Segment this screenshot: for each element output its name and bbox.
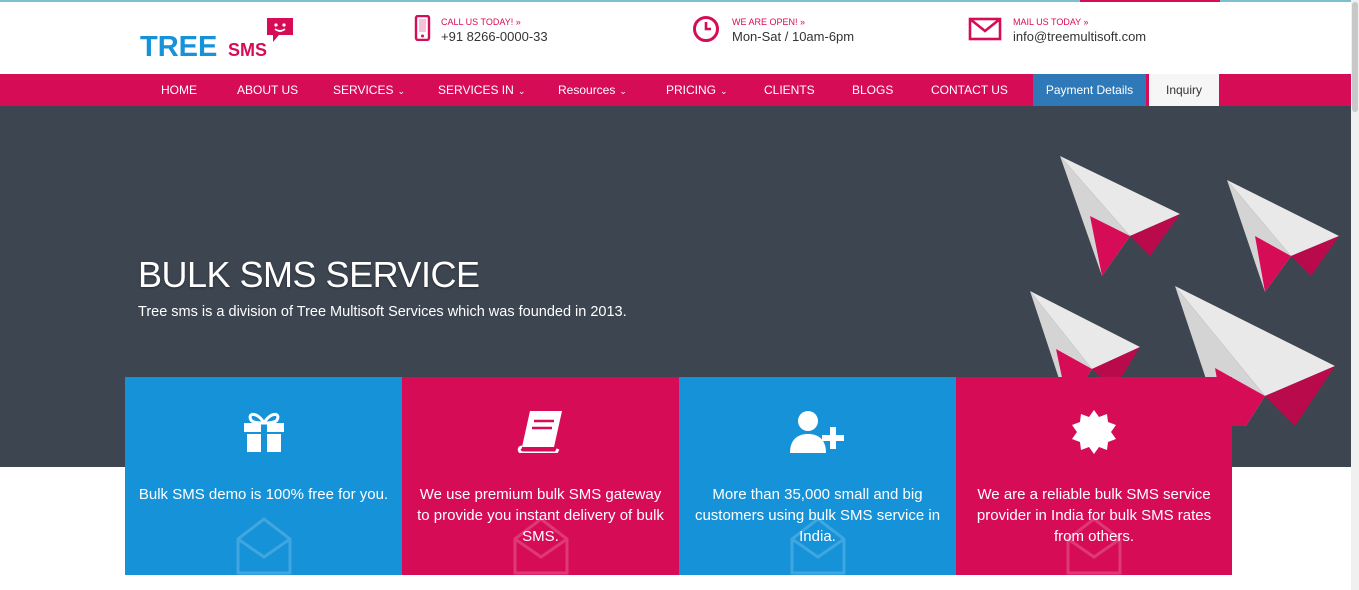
- nav-home[interactable]: HOME: [161, 74, 197, 106]
- chevron-down-icon: ⌄: [397, 86, 406, 96]
- page-scrollbar-thumb[interactable]: [1352, 2, 1358, 112]
- mail-icon: [968, 17, 1002, 41]
- chat-bubble-icon: [267, 18, 293, 42]
- contact-phone[interactable]: CALL US TODAY! » +91 8266-0000-33: [414, 15, 574, 55]
- envelope-watermark-icon: [790, 517, 845, 575]
- contact-hours-value: Mon-Sat / 10am-6pm: [732, 29, 855, 44]
- chevron-down-icon: ⌄: [720, 86, 728, 96]
- gift-icon: [243, 412, 284, 452]
- nav-pricing[interactable]: PRICING ⌄: [666, 74, 728, 106]
- book-icon: [517, 411, 562, 453]
- phone-icon: [414, 15, 431, 41]
- nav-about-us[interactable]: ABOUT US: [237, 74, 298, 106]
- nav-clients[interactable]: CLIENTS: [764, 74, 815, 106]
- nav-blogs[interactable]: BLOGS: [852, 74, 893, 106]
- feature-card-customers: More than 35,000 small and big customers…: [679, 377, 956, 575]
- contact-phone-value: +91 8266-0000-33: [441, 29, 548, 44]
- envelope-watermark-icon: [1066, 517, 1122, 575]
- contact-email[interactable]: MAIL US TODAY » info@treemultisoft.com: [968, 15, 1168, 55]
- chevron-down-icon: ⌄: [619, 86, 627, 96]
- feature-card-free-demo: Bulk SMS demo is 100% free for you.: [125, 377, 402, 575]
- inquiry-button[interactable]: Inquiry: [1149, 74, 1219, 106]
- contact-email-label: MAIL US TODAY »: [1013, 17, 1089, 27]
- hero-subtitle: Tree sms is a division of Tree Multisoft…: [138, 304, 627, 320]
- feature-card-reliable-provider: We are a reliable bulk SMS service provi…: [956, 377, 1232, 575]
- contact-hours-label: WE ARE OPEN! »: [732, 17, 806, 27]
- feature-text: Bulk SMS demo is 100% free for you.: [138, 486, 389, 503]
- contact-hours: WE ARE OPEN! » Mon-Sat / 10am-6pm: [692, 15, 872, 55]
- contact-phone-label: CALL US TODAY! »: [441, 17, 521, 27]
- header-accent-line: [1080, 0, 1220, 2]
- hero-title: BULK SMS SERVICE: [138, 254, 480, 295]
- nav-resources[interactable]: Resources ⌄: [558, 74, 627, 106]
- envelope-watermark-icon: [236, 517, 291, 575]
- certificate-icon: [1072, 410, 1116, 454]
- user-plus-icon: [789, 411, 844, 453]
- nav-services-in[interactable]: SERVICES IN ⌄: [438, 74, 525, 106]
- tree-sms-logo[interactable]: TREE SMS: [140, 17, 300, 65]
- payment-details-button[interactable]: Payment Details: [1033, 74, 1146, 106]
- envelope-watermark-icon: [513, 517, 568, 575]
- clock-icon: [693, 16, 719, 42]
- feature-card-premium-gateway: We use premium bulk SMS gateway to provi…: [402, 377, 679, 575]
- nav-contact-us[interactable]: CONTACT US: [931, 74, 1008, 106]
- logo-text-tree: TREE: [140, 31, 218, 63]
- nav-services[interactable]: SERVICES ⌄: [333, 74, 405, 106]
- contact-email-value: info@treemultisoft.com: [1013, 29, 1147, 44]
- logo-text-sms: SMS: [228, 40, 268, 60]
- chevron-down-icon: ⌄: [517, 86, 526, 96]
